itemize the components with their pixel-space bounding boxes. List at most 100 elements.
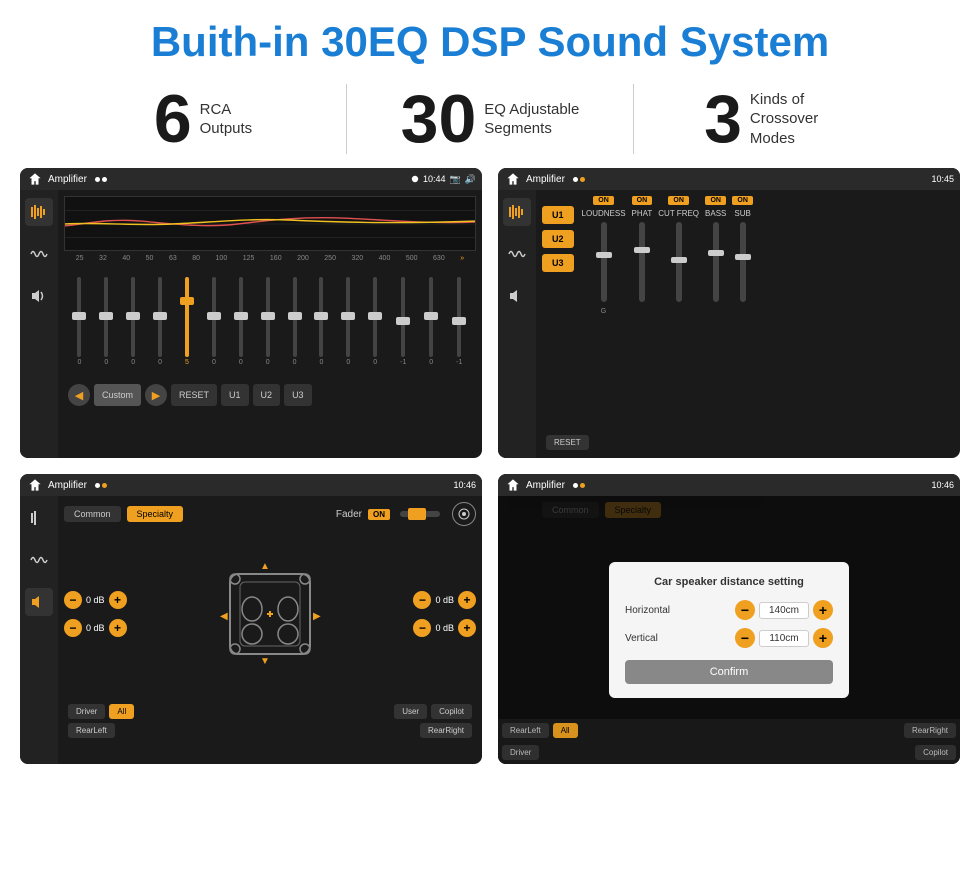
fader-left-sidebar — [20, 496, 58, 764]
status-right-distance: 10:46 — [931, 480, 954, 490]
reset-crossover[interactable]: RESET — [546, 435, 589, 450]
slider-7[interactable]: 0 — [239, 266, 243, 376]
slider-1[interactable]: 0 — [77, 266, 81, 376]
screens-grid: Amplifier 10:44 📷 🔊 — [0, 168, 980, 774]
svg-text:▶: ▶ — [313, 611, 321, 622]
wave-icon-c[interactable] — [503, 240, 531, 268]
vol-plus-tl[interactable]: + — [109, 591, 127, 609]
ch-sub: ON SUB — [732, 196, 753, 452]
on-sub[interactable]: ON — [732, 196, 753, 205]
ch-sub-slider[interactable] — [740, 222, 746, 302]
u2-crossover[interactable]: U2 — [542, 230, 574, 248]
dialog-minus-v[interactable]: − — [735, 628, 755, 648]
status-dots-fader — [95, 483, 107, 488]
home-icon-eq[interactable] — [26, 170, 44, 188]
on-phat[interactable]: ON — [632, 196, 653, 205]
vol-minus-tl[interactable]: − — [64, 591, 82, 609]
btn-driver-d[interactable]: Driver — [502, 745, 539, 760]
btn-rearright-d[interactable]: RearRight — [904, 723, 956, 738]
tab-common[interactable]: Common — [64, 506, 121, 522]
screen-eq: Amplifier 10:44 📷 🔊 — [20, 168, 482, 458]
settings-icon-fader[interactable] — [452, 502, 476, 526]
btn-rearleft[interactable]: RearLeft — [68, 723, 115, 738]
u1-btn[interactable]: U1 — [221, 384, 249, 406]
speaker-icon-f[interactable] — [25, 588, 53, 616]
speaker-icon-c[interactable] — [503, 282, 531, 310]
slider-10[interactable]: 0 — [319, 266, 323, 376]
on-loudness[interactable]: ON — [593, 196, 614, 205]
reset-btn-eq[interactable]: RESET — [171, 384, 217, 406]
slider-2[interactable]: 0 — [104, 266, 108, 376]
svg-text:▼: ▼ — [260, 656, 270, 667]
vol-minus-br[interactable]: − — [413, 619, 431, 637]
slider-5[interactable]: 5 — [185, 266, 189, 376]
speaker-icon[interactable] — [25, 282, 53, 310]
vol-plus-bl[interactable]: + — [109, 619, 127, 637]
btn-driver[interactable]: Driver — [68, 704, 105, 719]
cdot1 — [573, 177, 578, 182]
slider-6[interactable]: 0 — [212, 266, 216, 376]
vol-br: − 0 dB + — [413, 619, 476, 637]
next-arrow[interactable]: ▶ — [145, 384, 167, 406]
u2-btn[interactable]: U2 — [253, 384, 281, 406]
slider-3[interactable]: 0 — [131, 266, 135, 376]
btn-all-d[interactable]: All — [553, 723, 578, 738]
home-icon-fader[interactable] — [26, 476, 44, 494]
eq-main: 25 32 40 50 63 80 100 125 160 200 250 32… — [58, 190, 482, 458]
on-bass[interactable]: ON — [705, 196, 726, 205]
channels-grid: ON LOUDNESS G ON PHAT — [582, 196, 954, 452]
dialog-plus-h[interactable]: + — [813, 600, 833, 620]
ch-loudness-slider[interactable] — [601, 222, 607, 302]
fader-on-badge[interactable]: ON — [368, 509, 390, 520]
dialog-row-vertical: Vertical − 110cm + — [625, 628, 833, 648]
eq-icon-f[interactable] — [25, 504, 53, 532]
u3-crossover[interactable]: U3 — [542, 254, 574, 272]
u3-btn[interactable]: U3 — [284, 384, 312, 406]
stat-crossover: 3 Kinds of Crossover Modes — [634, 85, 920, 153]
vol-minus-bl[interactable]: − — [64, 619, 82, 637]
dialog-minus-h[interactable]: − — [735, 600, 755, 620]
freq-125: 125 — [243, 255, 255, 262]
freq-160: 160 — [270, 255, 282, 262]
home-icon-crossover[interactable] — [504, 170, 522, 188]
home-icon-distance[interactable] — [504, 476, 522, 494]
slider-13[interactable]: -1 — [400, 266, 406, 376]
btn-user[interactable]: User — [394, 704, 427, 719]
vol-plus-tr[interactable]: + — [458, 591, 476, 609]
cdot2 — [580, 177, 585, 182]
eq-icon-c[interactable] — [503, 198, 531, 226]
slider-12[interactable]: 0 — [373, 266, 377, 376]
ch-cutfreq-slider[interactable] — [676, 222, 682, 302]
wave-icon[interactable] — [25, 240, 53, 268]
stat-crossover-number: 3 — [704, 85, 742, 153]
screen-distance: Amplifier 10:46 Common Specialty — [498, 474, 960, 764]
ch-phat-slider[interactable] — [639, 222, 645, 302]
vol-minus-tr[interactable]: − — [413, 591, 431, 609]
btn-copilot[interactable]: Copilot — [431, 704, 472, 719]
dialog-plus-v[interactable]: + — [813, 628, 833, 648]
btn-copilot-d[interactable]: Copilot — [915, 745, 956, 760]
custom-btn[interactable]: Custom — [94, 384, 141, 406]
status-right-fader: 10:46 — [453, 480, 476, 490]
slider-4[interactable]: 0 — [158, 266, 162, 376]
slider-15[interactable]: -1 — [456, 266, 462, 376]
prev-arrow[interactable]: ◀ — [68, 384, 90, 406]
wave-icon-f[interactable] — [25, 546, 53, 574]
tab-specialty[interactable]: Specialty — [127, 506, 184, 522]
ch-bass-slider[interactable] — [713, 222, 719, 302]
svg-text:◀: ◀ — [220, 611, 228, 622]
slider-8[interactable]: 0 — [266, 266, 270, 376]
eq-icon[interactable] — [25, 198, 53, 226]
btn-rearright[interactable]: RearRight — [420, 723, 472, 738]
slider-14[interactable]: 0 — [429, 266, 433, 376]
btn-rearleft-d[interactable]: RearLeft — [502, 723, 549, 738]
freq-labels: 25 32 40 50 63 80 100 125 160 200 250 32… — [64, 255, 476, 262]
confirm-button[interactable]: Confirm — [625, 660, 833, 684]
btn-all[interactable]: All — [109, 704, 134, 719]
slider-11[interactable]: 0 — [346, 266, 350, 376]
on-cutfreq[interactable]: ON — [668, 196, 689, 205]
vol-plus-br[interactable]: + — [458, 619, 476, 637]
u1-crossover[interactable]: U1 — [542, 206, 574, 224]
svg-text:▲: ▲ — [260, 561, 270, 572]
slider-9[interactable]: 0 — [293, 266, 297, 376]
